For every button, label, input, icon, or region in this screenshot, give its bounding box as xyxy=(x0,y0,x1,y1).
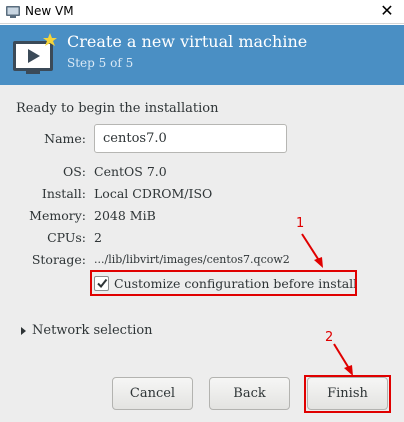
virt-manager-icon xyxy=(6,6,20,18)
name-label: Name: xyxy=(44,131,86,146)
window-titlebar: New VM ✕ xyxy=(0,0,404,24)
cpus-value: 2 xyxy=(94,230,102,245)
annotation-arrow-2 xyxy=(333,343,353,376)
wizard-banner: Create a new virtual machine Step 5 of 5 xyxy=(0,25,404,85)
back-button[interactable]: Back xyxy=(209,377,290,410)
wizard-step: Step 5 of 5 xyxy=(67,56,134,70)
expander-arrow-icon xyxy=(21,326,26,335)
network-selection-expander[interactable]: Network selection xyxy=(21,323,153,338)
new-vm-icon xyxy=(13,33,57,74)
storage-value: .../lib/libvirt/images/centos7.qcow2 xyxy=(94,253,290,266)
window-title: New VM xyxy=(25,4,74,18)
os-label: OS: xyxy=(62,164,86,179)
close-icon[interactable]: ✕ xyxy=(378,2,396,20)
cancel-button[interactable]: Cancel xyxy=(112,377,193,410)
storage-label: Storage: xyxy=(31,252,86,267)
cpus-label: CPUs: xyxy=(47,230,86,245)
wizard-heading: Create a new virtual machine xyxy=(67,32,308,51)
name-field[interactable]: centos7.0 xyxy=(94,124,287,153)
annotation-number-1: 1 xyxy=(296,216,305,231)
highlight-box-finish xyxy=(304,375,391,413)
network-selection-label: Network selection xyxy=(32,323,153,338)
ready-text: Ready to begin the installation xyxy=(16,101,219,116)
os-value: CentOS 7.0 xyxy=(94,164,167,179)
install-value: Local CDROM/ISO xyxy=(94,186,213,201)
memory-value: 2048 MiB xyxy=(94,208,156,223)
annotation-arrow-1 xyxy=(301,233,323,268)
memory-label: Memory: xyxy=(29,208,86,223)
highlight-box-customize xyxy=(90,270,357,296)
install-label: Install: xyxy=(41,186,86,201)
